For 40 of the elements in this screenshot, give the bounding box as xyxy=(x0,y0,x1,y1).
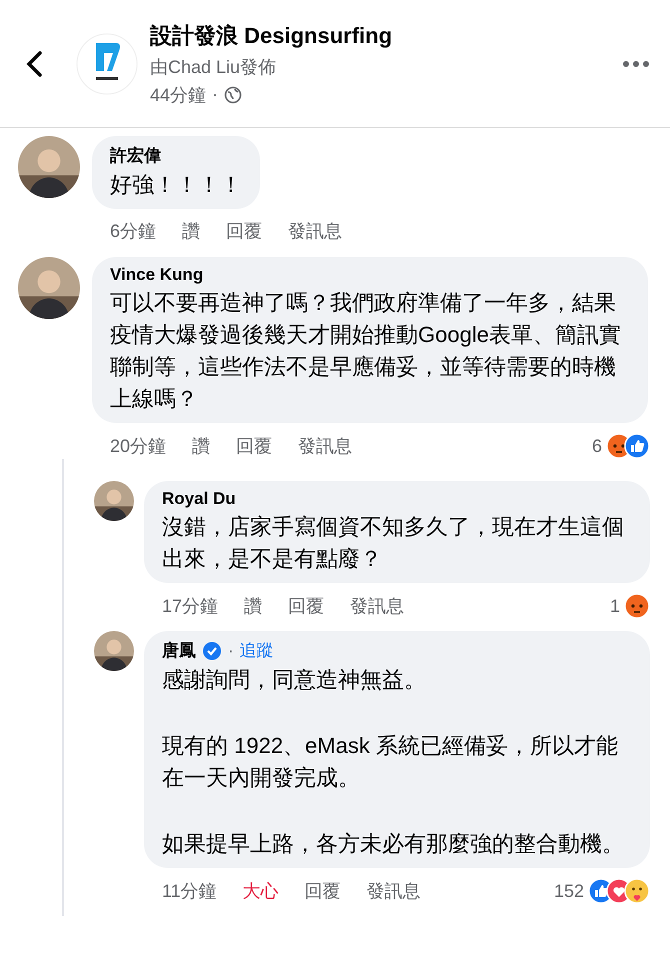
comment-author[interactable]: 許宏偉 xyxy=(110,144,161,167)
page-logo[interactable] xyxy=(76,32,138,94)
reply-button[interactable]: 回覆 xyxy=(236,434,272,458)
comment-time: 20分鐘 xyxy=(110,435,166,458)
globe-icon xyxy=(224,86,242,104)
comment-author[interactable]: Vince Kung xyxy=(110,265,204,285)
message-button[interactable]: 發訊息 xyxy=(350,594,404,618)
comment-author[interactable]: 唐鳳 xyxy=(162,639,196,662)
message-button[interactable]: 發訊息 xyxy=(366,879,421,903)
follow-link[interactable]: 追蹤 xyxy=(240,639,274,662)
comment-time: 17分鐘 xyxy=(162,595,218,618)
separator-dot: · xyxy=(228,640,234,660)
comment-time: 11分鐘 xyxy=(162,880,217,903)
reply-button[interactable]: 回覆 xyxy=(226,219,262,243)
reaction-count: 6 xyxy=(592,436,602,456)
separator-dot: · xyxy=(212,84,218,105)
comment-text: 可以不要再造神了嗎？我們政府準備了一年多，結果疫情大爆發過後幾天才開始推動Google表單、簡訊實聯制等，這些作法不是早應備妥，並等待需要的時機上線嗎？ xyxy=(110,289,622,413)
message-button[interactable]: 發訊息 xyxy=(288,219,342,243)
avatar[interactable] xyxy=(94,481,134,521)
comment-author[interactable]: Royal Du xyxy=(162,489,236,509)
comment-text: 好強！！！！ xyxy=(110,171,242,199)
comment-text: 感謝詢問，同意造神無益。 xyxy=(162,666,427,694)
like-button[interactable]: 大心 xyxy=(242,879,279,903)
message-button[interactable]: 發訊息 xyxy=(298,434,352,458)
comment-time: 6分鐘 xyxy=(110,220,156,243)
like-button[interactable]: 讚 xyxy=(192,434,210,458)
avatar[interactable] xyxy=(94,631,134,671)
page-name[interactable]: 設計發浪 Designsurfing xyxy=(150,20,622,50)
more-options-icon[interactable] xyxy=(622,60,650,68)
byline: 由Chad Liu發佈 xyxy=(150,56,278,78)
reaction-count: 1 xyxy=(610,596,620,616)
like-button[interactable]: 讚 xyxy=(244,594,262,618)
reply-button[interactable]: 回覆 xyxy=(304,879,341,903)
reply-button[interactable]: 回覆 xyxy=(288,594,324,618)
comment-text: 如果提早上路，各方未必有那麼強的整合動機。 xyxy=(162,830,625,858)
comment-text: 沒錯，店家手寫個資不知多久了，現在才生這個出來，是不是有點廢？ xyxy=(162,513,625,573)
like-button[interactable]: 讚 xyxy=(182,219,200,243)
post-time: 44分鐘 xyxy=(150,84,206,106)
comment-text: 現有的 1922、eMask 系統已經備妥，所以才能在一天內開發完成。 xyxy=(162,732,619,792)
reaction-count: 152 xyxy=(554,880,584,902)
